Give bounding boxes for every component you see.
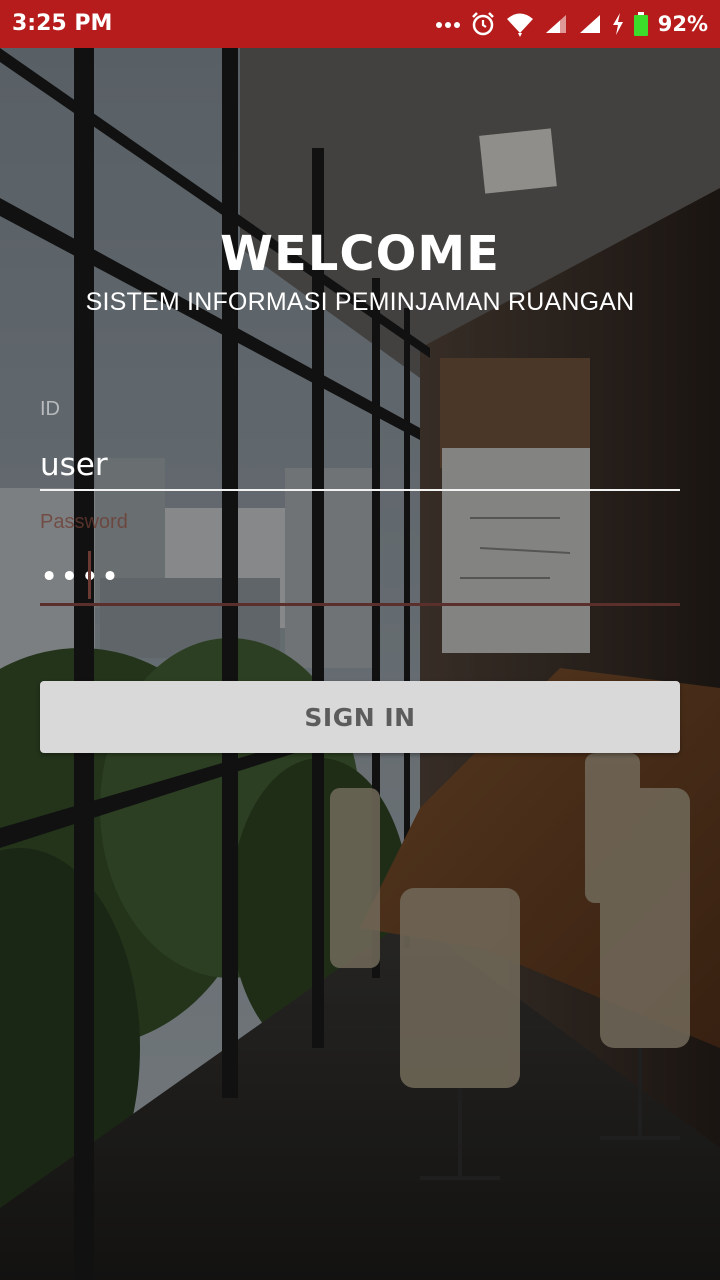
id-field-label: ID xyxy=(40,398,60,420)
signal-icon xyxy=(544,13,568,35)
password-input-underline xyxy=(40,603,680,606)
text-cursor xyxy=(88,551,91,599)
status-icons: 92% xyxy=(435,8,708,40)
welcome-title: WELCOME xyxy=(220,226,500,282)
id-input[interactable] xyxy=(40,440,680,490)
sign-in-button[interactable]: SIGN IN xyxy=(40,681,680,753)
password-input[interactable] xyxy=(40,552,680,602)
signal-icon xyxy=(578,13,602,35)
more-dots-icon xyxy=(435,19,460,29)
battery-percent: 92% xyxy=(657,12,708,36)
id-input-underline xyxy=(40,489,680,491)
alarm-icon xyxy=(470,11,496,37)
app-subtitle: SISTEM INFORMASI PEMINJAMAN RUANGAN xyxy=(85,288,635,316)
password-field-label: Password xyxy=(40,511,128,533)
status-time: 3:25 PM xyxy=(12,11,113,36)
status-bar: 3:25 PM 92% xyxy=(0,0,720,48)
battery-icon xyxy=(633,12,648,36)
charging-icon xyxy=(612,13,624,35)
wifi-icon xyxy=(506,11,534,37)
